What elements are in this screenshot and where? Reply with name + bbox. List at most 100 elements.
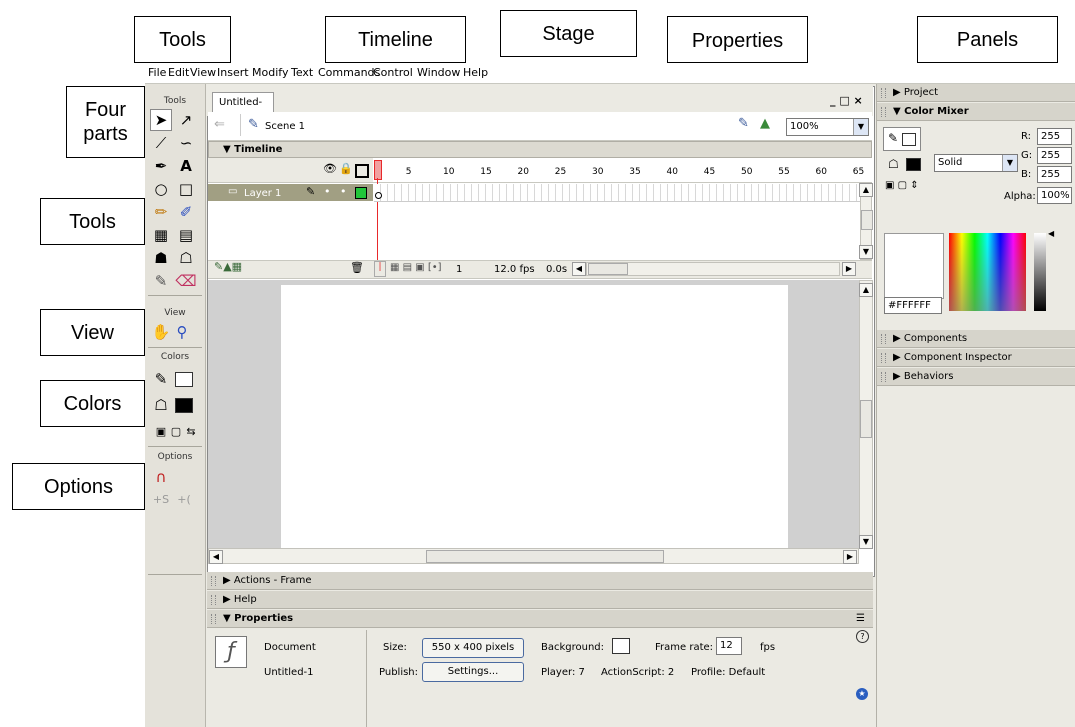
menu-insert[interactable]: Insert (217, 66, 249, 79)
layer-name[interactable]: Layer 1 (244, 188, 281, 199)
accessibility-icon[interactable]: ★ (856, 688, 868, 700)
layer-visible-dot[interactable]: • (324, 185, 331, 198)
text-tool-icon[interactable]: A (175, 155, 197, 177)
arrow-tool-icon[interactable]: ➤ (150, 109, 172, 131)
layer-lock-dot[interactable]: • (340, 185, 347, 198)
component-inspector-header[interactable]: ▶ Component Inspector (877, 349, 1075, 367)
stage-scroll-right-icon[interactable]: ▶ (843, 550, 857, 564)
pencil-tool-icon[interactable]: ✏ (150, 201, 172, 223)
menu-help[interactable]: Help (463, 66, 488, 79)
fill-transform-tool-icon[interactable]: ▤ (175, 224, 197, 246)
keyframe-circle[interactable] (375, 192, 382, 199)
scene-label[interactable]: Scene 1 (265, 121, 305, 132)
mixer-fill-swatch[interactable] (906, 158, 921, 171)
frame-cells[interactable] (374, 184, 860, 202)
color-mixer-header[interactable]: ▼ Color Mixer (877, 103, 1075, 121)
oval-tool-icon[interactable]: ○ (150, 178, 172, 200)
color-spectrum[interactable] (949, 233, 1026, 311)
brush-tool-icon[interactable]: ✐ (175, 201, 197, 223)
window-controls-icon[interactable]: _ □ × (830, 94, 863, 107)
alpha-input[interactable]: 100% (1037, 187, 1072, 204)
menu-control[interactable]: Control (373, 66, 413, 79)
back-arrow-icon[interactable]: ⇐ (214, 117, 225, 132)
help-panel-header[interactable]: ▶ Help (207, 591, 873, 609)
fill-type-select[interactable]: Solid ▼ (934, 154, 1018, 172)
stage-v-thumb[interactable] (860, 400, 872, 438)
paint-bucket-tool-icon[interactable]: ☖ (175, 247, 197, 269)
free-transform-tool-icon[interactable]: ▦ (150, 224, 172, 246)
ink-bottle-tool-icon[interactable]: ☗ (150, 247, 172, 269)
menu-edit[interactable]: Edit (168, 66, 189, 79)
brightness-slider[interactable] (1034, 233, 1046, 311)
layer-outline-swatch[interactable] (355, 187, 367, 199)
smooth-icon[interactable]: +S (150, 488, 172, 510)
timeline-h-thumb[interactable] (588, 263, 628, 275)
mixer-stroke-swatch[interactable] (902, 133, 916, 146)
subselect-tool-icon[interactable]: ↗ (175, 109, 197, 131)
outline-icon[interactable] (355, 164, 369, 178)
edit-symbol-icon[interactable]: ▲ (760, 116, 770, 131)
components-panel-header[interactable]: ▶ Components (877, 330, 1075, 348)
eyedropper-tool-icon[interactable]: ✎ (150, 270, 172, 292)
line-tool-icon[interactable]: ⟋ (150, 132, 172, 154)
lasso-tool-icon[interactable]: ∽ (175, 132, 197, 154)
behaviors-panel-header[interactable]: ▶ Behaviors (877, 368, 1075, 386)
playhead-marker[interactable] (374, 160, 382, 180)
eye-icon[interactable]: 👁 (323, 162, 337, 175)
settings-button[interactable]: Settings... (422, 662, 524, 682)
onion-skin-icons[interactable]: ▦ ▤ ▣ [•] (390, 262, 442, 273)
add-layer-icon[interactable]: ✎▲▦ (214, 260, 242, 273)
stage-scroll-left-icon[interactable]: ◀ (209, 550, 223, 564)
frame-rate-input[interactable]: 12 (716, 637, 742, 655)
menu-text[interactable]: Text (291, 66, 313, 79)
size-button[interactable]: 550 x 400 pixels (422, 638, 524, 658)
background-color-swatch[interactable] (612, 638, 630, 654)
pen-tool-icon[interactable]: ✒ (150, 155, 172, 177)
straighten-icon[interactable]: +( (173, 488, 195, 510)
help-question-icon[interactable]: ? (856, 630, 869, 643)
document-tab[interactable]: Untitled-1* (212, 92, 274, 128)
timeline-header[interactable]: ▼ Timeline (208, 141, 872, 158)
stage-scroll-down-icon[interactable]: ▼ (859, 535, 873, 549)
delete-layer-icon[interactable]: 🗑 (350, 261, 364, 274)
lock-icon[interactable]: 🔒 (339, 162, 353, 175)
fill-color-icon[interactable]: ☖ (150, 394, 172, 416)
hex-input[interactable]: #FFFFFF (884, 297, 942, 314)
stroke-color-icon[interactable]: ✎ (150, 368, 172, 390)
h-scroll-left-icon[interactable]: ◀ (572, 262, 586, 276)
hand-tool-icon[interactable]: ✋ (150, 321, 172, 343)
red-input[interactable]: 255 (1037, 128, 1072, 145)
brightness-pointer-icon[interactable]: ◀ (1048, 229, 1054, 238)
menu-window[interactable]: Window (417, 66, 460, 79)
mixer-swap-icons[interactable]: ▣ ▢ ⇕ (885, 180, 919, 191)
snap-magnet-icon[interactable]: ∩ (150, 466, 172, 488)
chevron-down-icon[interactable]: ▼ (853, 119, 868, 135)
menu-file[interactable]: File (148, 66, 166, 79)
menu-modify[interactable]: Modify (252, 66, 288, 79)
scroll-up-icon[interactable]: ▲ (859, 183, 873, 197)
swap-colors-icon[interactable]: ⇆ (180, 420, 202, 442)
zoom-tool-icon[interactable]: ⚲ (171, 321, 193, 343)
fill-color-swatch[interactable] (175, 398, 193, 413)
zoom-select[interactable]: 100% ▼ (786, 118, 869, 136)
stroke-color-swatch[interactable] (175, 372, 193, 387)
eraser-tool-icon[interactable]: ⌫ (175, 270, 197, 292)
green-input[interactable]: 255 (1037, 147, 1072, 164)
rectangle-tool-icon[interactable]: □ (175, 178, 197, 200)
center-frame-icon[interactable]: | (374, 261, 386, 277)
stage[interactable] (281, 285, 788, 548)
scroll-down-icon[interactable]: ▼ (859, 245, 873, 259)
properties-panel-header[interactable]: ▼ Properties (207, 610, 873, 628)
h-scroll-right-icon[interactable]: ▶ (842, 262, 856, 276)
blue-input[interactable]: 255 (1037, 166, 1072, 183)
edit-scene-icon[interactable]: ✎ (738, 116, 749, 131)
actions-panel-header[interactable]: ▶ Actions - Frame (207, 572, 873, 590)
timeline-scroll-thumb[interactable] (861, 210, 873, 230)
menu-view[interactable]: View (190, 66, 216, 79)
chevron-down-icon[interactable]: ▼ (1002, 155, 1017, 171)
project-panel-header[interactable]: ▶ Project (877, 84, 1075, 102)
stage-h-thumb[interactable] (426, 550, 664, 563)
stage-scroll-up-icon[interactable]: ▲ (859, 283, 873, 297)
panel-options-icon[interactable]: ☰ (856, 613, 865, 624)
menu-commands[interactable]: Commands (318, 66, 380, 79)
